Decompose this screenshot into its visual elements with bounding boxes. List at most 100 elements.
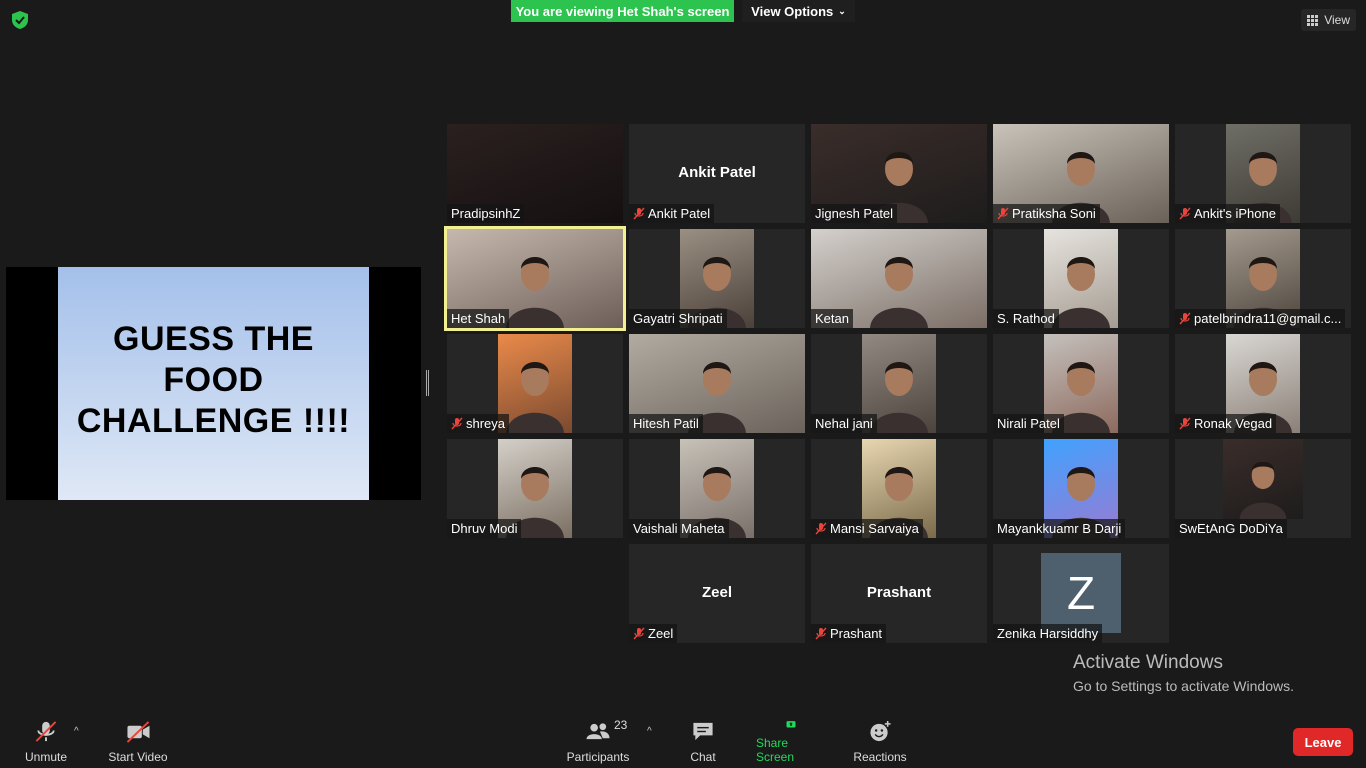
watermark-subtitle: Go to Settings to activate Windows. — [1073, 678, 1294, 694]
participant-name: Het Shah — [451, 311, 506, 326]
participant-avatar: Z — [1041, 553, 1121, 633]
participant-name: Mansi Sarvaiya — [830, 521, 919, 536]
chat-icon — [693, 722, 713, 741]
audio-options-caret[interactable]: ^ — [74, 726, 79, 737]
view-button[interactable]: View — [1301, 9, 1356, 31]
smiley-add-icon — [870, 720, 891, 742]
participant-name: Hitesh Patil — [633, 416, 699, 431]
microphone-muted-icon — [35, 721, 57, 742]
participants-count: 23 — [614, 718, 628, 732]
participant-tile[interactable]: Ankit Patel Ankit Patel — [629, 124, 805, 223]
grid-icon — [1307, 14, 1319, 26]
chat-label: Chat — [690, 750, 716, 764]
participant-name: Gayatri Shripati — [633, 311, 723, 326]
participant-name-label: Mayankkuamr B Darji — [993, 519, 1126, 538]
participant-name: Nehal jani — [815, 416, 873, 431]
participant-tile[interactable]: PradipsinhZ — [447, 124, 623, 223]
participant-tile[interactable]: SwEtAnG DoDiYa — [1175, 439, 1351, 538]
participant-tile[interactable]: Gayatri Shripati — [629, 229, 805, 328]
participant-name-label: Gayatri Shripati — [629, 309, 727, 328]
participant-display-name: Prashant — [866, 584, 932, 601]
microphone-muted-icon — [451, 417, 463, 430]
participant-tile[interactable]: S. Rathod — [993, 229, 1169, 328]
participant-tile[interactable]: Nirali Patel — [993, 334, 1169, 433]
microphone-muted-icon — [633, 627, 645, 640]
unmute-button[interactable]: Unmute — [24, 720, 68, 764]
participant-tile[interactable]: Pratiksha Soni — [993, 124, 1169, 223]
participant-gallery: PradipsinhZ Ankit Patel Ankit Patel Jignesh… — [444, 124, 1351, 643]
participant-name: PradipsinhZ — [451, 206, 521, 221]
microphone-muted-icon — [815, 627, 827, 640]
participant-name-label: Pratiksha Soni — [993, 204, 1100, 223]
reactions-label: Reactions — [853, 750, 907, 764]
reactions-button[interactable]: Reactions — [853, 720, 907, 764]
view-label: View — [1324, 13, 1350, 27]
person-silhouette — [506, 362, 564, 433]
participant-name: Mayankkuamr B Darji — [997, 521, 1122, 536]
participant-name: Vaishali Maheta — [633, 521, 725, 536]
participant-tile[interactable]: Zeel Zeel — [629, 544, 805, 643]
participant-name: Zeel — [648, 626, 674, 641]
microphone-muted-icon — [1179, 312, 1191, 325]
participant-name-label: Nirali Patel — [993, 414, 1064, 433]
participant-tile[interactable]: Vaishali Maheta — [629, 439, 805, 538]
security-shield-icon[interactable] — [10, 10, 30, 30]
participant-video — [1223, 439, 1303, 519]
share-screen-button[interactable]: Share Screen — [756, 720, 826, 764]
participant-tile[interactable]: Mansi Sarvaiya — [811, 439, 987, 538]
participant-video — [498, 334, 572, 433]
camera-off-icon — [126, 721, 150, 743]
participant-name-label: Hitesh Patil — [629, 414, 703, 433]
view-options-button[interactable]: View Options ⌄ — [742, 0, 855, 22]
participant-name-label: Mansi Sarvaiya — [811, 519, 923, 538]
meeting-toolbar: Unmute ^ Start Video 23 Participants ^ C… — [0, 712, 1366, 768]
shared-screen: GUESS THE FOOD CHALLENGE !!!! — [6, 267, 421, 500]
participant-name-label: Ankit's iPhone — [1175, 204, 1280, 223]
participant-tile[interactable]: shreya — [447, 334, 623, 433]
participant-name-label: Jignesh Patel — [811, 204, 898, 223]
participant-name: patelbrindra11@gmail.c... — [1194, 311, 1342, 326]
start-video-button[interactable]: Start Video — [108, 720, 168, 764]
microphone-muted-icon — [1179, 417, 1191, 430]
participant-name-label: Het Shah — [447, 309, 510, 328]
microphone-muted-icon — [633, 207, 645, 220]
participant-tile[interactable]: patelbrindra11@gmail.c... — [1175, 229, 1351, 328]
participants-options-caret[interactable]: ^ — [647, 726, 652, 737]
participant-name: Nirali Patel — [997, 416, 1060, 431]
viewing-screen-banner: You are viewing Het Shah's screen — [511, 0, 734, 22]
microphone-muted-icon — [1179, 207, 1191, 220]
presentation-slide: GUESS THE FOOD CHALLENGE !!!! — [58, 267, 369, 500]
participant-tile[interactable]: Nehal jani — [811, 334, 987, 433]
participant-name-label: Ankit Patel — [629, 204, 715, 223]
leave-button[interactable]: Leave — [1293, 728, 1353, 756]
participant-name: Jignesh Patel — [815, 206, 894, 221]
participant-name-label: S. Rathod — [993, 309, 1059, 328]
share-screen-label: Share Screen — [756, 736, 795, 764]
participant-tile[interactable]: Prashant Prashant — [811, 544, 987, 643]
participant-tile[interactable]: Ankit's iPhone — [1175, 124, 1351, 223]
participant-name-label: Vaishali Maheta — [629, 519, 729, 538]
participant-tile[interactable]: Het Shah — [444, 226, 626, 331]
participant-display-name: Ankit Patel — [678, 164, 756, 181]
participants-button[interactable]: 23 Participants — [566, 718, 630, 764]
share-screen-icon — [786, 721, 796, 728]
participant-tile[interactable]: Mayankkuamr B Darji — [993, 439, 1169, 538]
participant-tile[interactable]: Ronak Vegad — [1175, 334, 1351, 433]
view-options-label: View Options — [751, 3, 834, 19]
participant-name-label: Nehal jani — [811, 414, 877, 433]
chevron-down-icon: ⌄ — [838, 5, 846, 16]
participant-name: Dhruv Modi — [451, 521, 518, 536]
participant-tile[interactable]: Z Zenika Harsiddhy — [993, 544, 1169, 643]
watermark-title: Activate Windows — [1073, 652, 1223, 673]
microphone-muted-icon — [815, 522, 827, 535]
panel-resize-handle[interactable] — [426, 370, 429, 396]
participant-name-label: Prashant — [811, 624, 887, 643]
participant-tile[interactable]: Hitesh Patil — [629, 334, 805, 433]
start-video-label: Start Video — [108, 750, 168, 764]
participant-tile[interactable]: Jignesh Patel — [811, 124, 987, 223]
participant-name: S. Rathod — [997, 311, 1055, 326]
participant-tile[interactable]: Ketan — [811, 229, 987, 328]
participant-name: Zenika Harsiddhy — [997, 626, 1099, 641]
chat-button[interactable]: Chat — [688, 720, 718, 764]
participant-tile[interactable]: Dhruv Modi — [447, 439, 623, 538]
